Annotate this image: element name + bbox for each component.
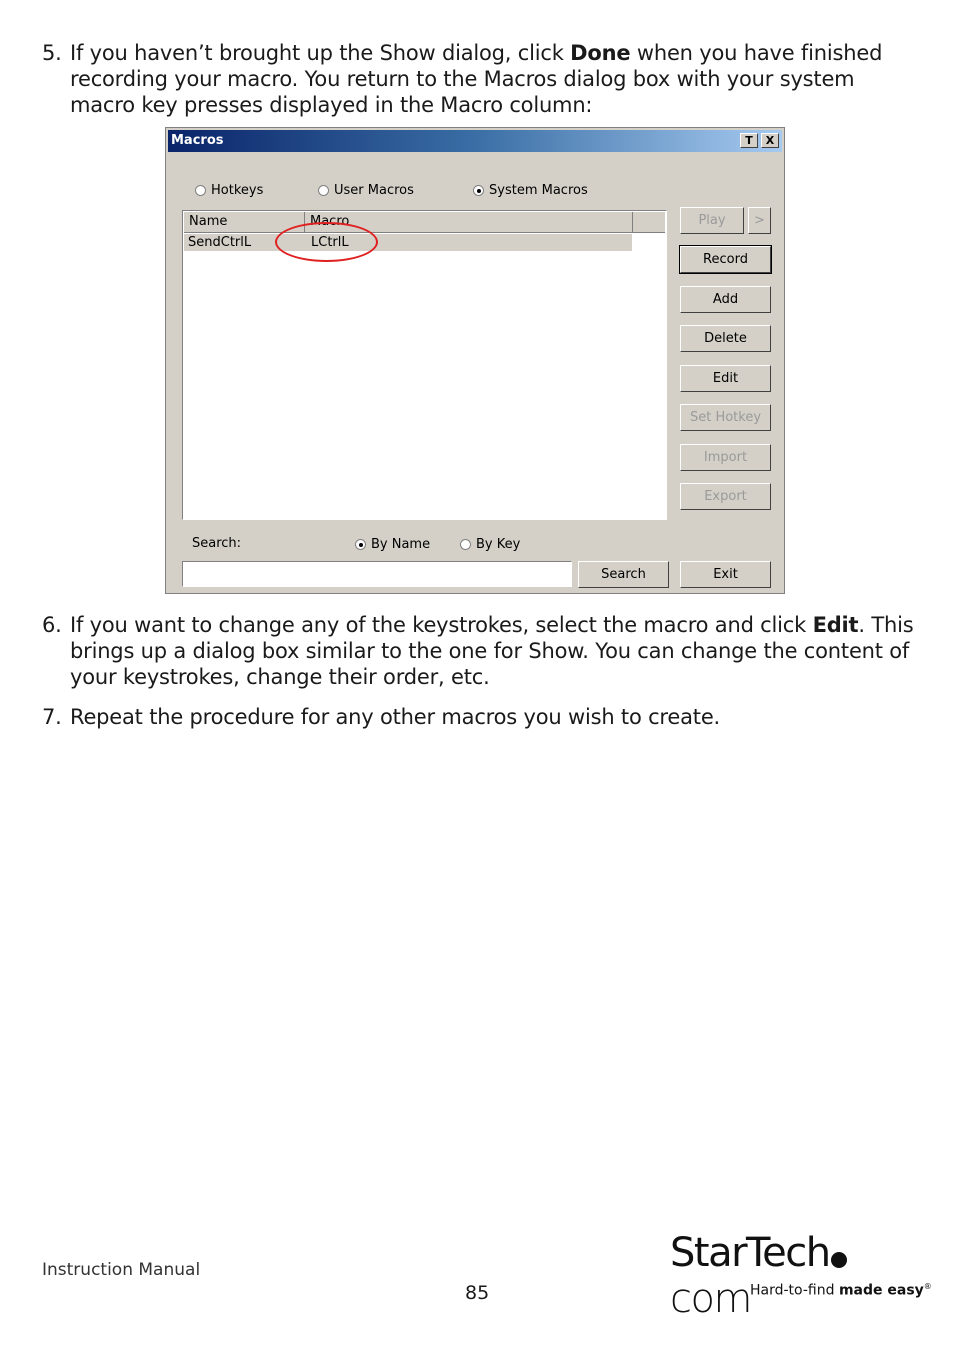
macro-list[interactable]: Name Macro SendCtrlL LCtrlL: [182, 210, 667, 520]
dialog-title: Macros: [171, 133, 224, 148]
radio-hotkeys[interactable]: Hotkeys: [195, 183, 263, 198]
list-header: Name Macro: [184, 212, 665, 233]
radio-by-key[interactable]: By Key: [460, 537, 520, 552]
highlight-circle: [275, 222, 378, 262]
step-text: If you want to change any of the keystro…: [70, 613, 914, 689]
play-more-button[interactable]: >: [748, 207, 771, 234]
step-5: 5. If you haven’t brought up the Show di…: [42, 40, 922, 118]
record-button[interactable]: Record: [679, 245, 772, 274]
radio-icon: [318, 185, 329, 196]
step-number: 6.: [42, 613, 62, 637]
step-7: 7. Repeat the procedure for any other ma…: [42, 704, 922, 730]
startech-logo: StarTechcom Hard-to-find made easy®: [670, 1230, 932, 1322]
table-row[interactable]: SendCtrlL LCtrlL: [184, 234, 632, 251]
close-button[interactable]: X: [761, 133, 779, 148]
set-hotkey-button[interactable]: Set Hotkey: [680, 404, 771, 431]
logo-wordmark: StarTechcom: [670, 1230, 910, 1322]
radio-by-name[interactable]: By Name: [355, 537, 430, 552]
logo-tagline: Hard-to-find made easy®: [750, 1282, 932, 1299]
search-input[interactable]: [182, 561, 572, 587]
step-6: 6. If you want to change any of the keys…: [42, 612, 922, 690]
step-text: Repeat the procedure for any other macro…: [70, 705, 721, 729]
cell-name: SendCtrlL: [188, 235, 252, 250]
search-label: Search:: [192, 536, 242, 551]
radio-user-macros[interactable]: User Macros: [318, 183, 414, 198]
radio-icon: [195, 185, 206, 196]
export-button[interactable]: Export: [680, 483, 771, 510]
step-number: 5.: [42, 41, 62, 65]
import-button[interactable]: Import: [680, 444, 771, 471]
search-button[interactable]: Search: [578, 561, 669, 588]
step-text: If you haven’t brought up the Show dialo…: [70, 41, 883, 117]
play-button[interactable]: Play: [680, 207, 744, 234]
radio-icon: [460, 539, 471, 550]
radio-checked-icon: [473, 185, 484, 196]
add-button[interactable]: Add: [680, 286, 771, 313]
page-number: 85: [465, 1282, 490, 1304]
dialog-titlebar: Macros T X: [168, 130, 782, 152]
radio-checked-icon: [355, 539, 366, 550]
macros-dialog: Macros T X Hotkeys User Macros System Ma…: [165, 127, 785, 594]
exit-button[interactable]: Exit: [680, 561, 771, 588]
logo-dot-icon: [830, 1252, 847, 1268]
delete-button[interactable]: Delete: [680, 325, 771, 352]
pin-button[interactable]: T: [740, 133, 758, 148]
step-number: 7.: [42, 705, 62, 729]
footer-manual-label: Instruction Manual: [42, 1260, 201, 1280]
radio-system-macros[interactable]: System Macros: [473, 183, 588, 198]
edit-button[interactable]: Edit: [680, 365, 771, 392]
